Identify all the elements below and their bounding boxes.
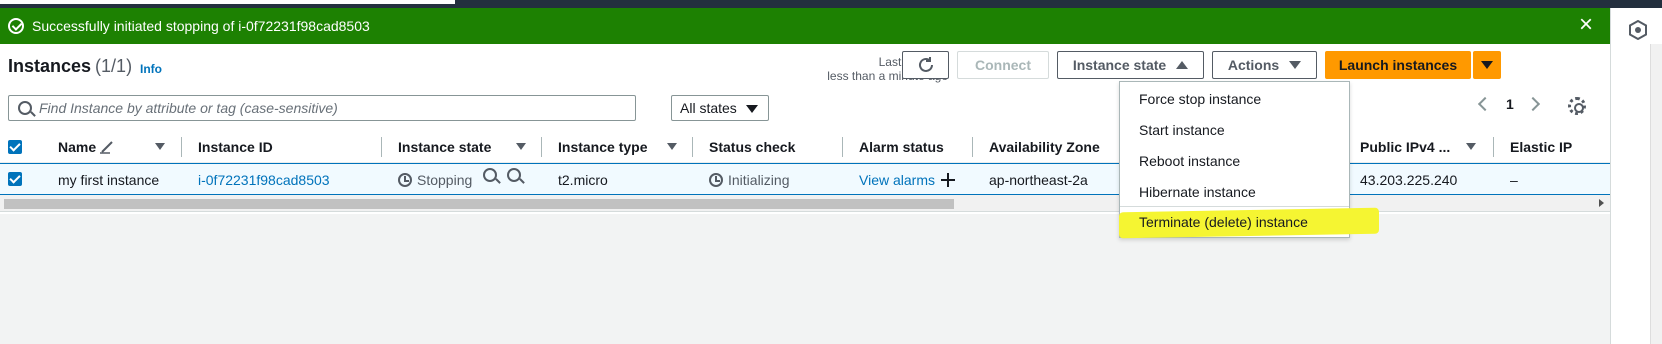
menu-item-hibernate[interactable]: Hibernate instance (1139, 184, 1256, 200)
close-icon[interactable]: × (1576, 13, 1596, 37)
zoom-out-icon[interactable] (507, 168, 521, 182)
column-divider (181, 137, 182, 157)
column-divider (692, 137, 693, 157)
vertical-scrollbar[interactable] (1650, 44, 1662, 344)
caret-down-icon[interactable] (155, 143, 165, 150)
instance-count: (1/1) (95, 56, 133, 76)
caret-up-icon (1176, 61, 1189, 69)
clock-icon (398, 173, 412, 187)
column-divider (381, 137, 382, 157)
menu-item-reboot[interactable]: Reboot instance (1139, 153, 1240, 169)
table-header: Name Instance ID Instance state Instance… (0, 131, 1610, 163)
search-icon (18, 101, 32, 115)
add-alarm-icon[interactable] (941, 173, 955, 187)
instance-state-label: Instance state (1072, 57, 1167, 73)
instance-state-value: Stopping (398, 172, 472, 188)
column-instance-state[interactable]: Instance state (398, 139, 491, 155)
row-checkbox[interactable] (8, 172, 22, 186)
menu-divider (1120, 206, 1349, 207)
scroll-right-icon[interactable] (1599, 199, 1604, 207)
refresh-icon (918, 57, 933, 72)
launch-instances-button[interactable]: Launch instances (1325, 51, 1471, 79)
actions-button[interactable]: Actions (1212, 51, 1317, 79)
column-instance-type[interactable]: Instance type (558, 139, 647, 155)
hexagon-icon[interactable] (1628, 20, 1648, 40)
menu-item-start[interactable]: Start instance (1139, 122, 1225, 138)
search-input[interactable]: Find Instance by attribute or tag (case-… (8, 95, 636, 121)
instance-state-button[interactable]: Instance state (1057, 51, 1204, 79)
launch-dropdown-button[interactable] (1473, 51, 1501, 79)
banner-message: Successfully initiated stopping of i-0f7… (32, 18, 370, 34)
actions-label: Actions (1227, 57, 1280, 73)
states-value: All states (680, 100, 737, 116)
screen: Successfully initiated stopping of i-0f7… (0, 0, 1662, 344)
caret-down-icon (1289, 61, 1302, 69)
column-instance-id[interactable]: Instance ID (198, 139, 273, 155)
page-number[interactable]: 1 (1506, 96, 1514, 112)
caret-down-icon (746, 105, 758, 113)
column-elastic-ip[interactable]: Elastic IP (1510, 139, 1572, 155)
caret-down-icon[interactable] (667, 143, 677, 150)
right-side-strip (1610, 8, 1662, 344)
edit-icon[interactable] (100, 140, 116, 154)
column-divider (842, 137, 843, 157)
browser-tab-strip (0, 0, 455, 4)
success-check-icon (8, 18, 24, 34)
states-select[interactable]: All states (671, 95, 769, 121)
caret-down-icon[interactable] (1466, 143, 1476, 150)
success-banner: Successfully initiated stopping of i-0f7… (0, 8, 1610, 44)
status-check-value: Initializing (709, 172, 789, 188)
column-status-check[interactable]: Status check (709, 139, 795, 155)
gear-icon[interactable] (1568, 97, 1586, 115)
refresh-button[interactable] (902, 51, 949, 79)
availability-zone-value: ap-northeast-2a (989, 172, 1088, 188)
view-alarms-link[interactable]: View alarms (859, 172, 935, 188)
column-public-ipv4[interactable]: Public IPv4 ... (1360, 139, 1450, 155)
select-all-checkbox[interactable] (8, 140, 22, 154)
table-row[interactable]: my first instance i-0f72231f98cad8503 St… (0, 163, 1610, 195)
instance-id-link[interactable]: i-0f72231f98cad8503 (198, 172, 330, 188)
column-name[interactable]: Name (58, 139, 96, 155)
menu-item-force-stop[interactable]: Force stop instance (1139, 91, 1261, 107)
public-ipv4-value: 43.203.225.240 (1360, 172, 1458, 188)
caret-down-icon (1481, 61, 1493, 69)
clock-icon (709, 173, 723, 187)
column-alarm-status[interactable]: Alarm status (859, 139, 944, 155)
instance-name: my first instance (58, 172, 160, 188)
page-title: Instances (1/1) (8, 56, 133, 76)
scrollbar-thumb[interactable] (4, 199, 954, 209)
caret-down-icon[interactable] (516, 143, 526, 150)
column-divider (1493, 137, 1494, 157)
elastic-ip-value: – (1510, 172, 1518, 188)
column-divider (972, 137, 973, 157)
instance-type-value: t2.micro (558, 172, 608, 188)
column-divider (541, 137, 542, 157)
zoom-in-icon[interactable] (483, 168, 497, 182)
search-placeholder: Find Instance by attribute or tag (case-… (39, 100, 338, 116)
info-link[interactable]: Info (140, 62, 162, 76)
connect-button[interactable]: Connect (957, 51, 1049, 79)
menu-item-terminate[interactable]: Terminate (delete) instance (1139, 214, 1308, 230)
browser-top-bar (0, 0, 1662, 8)
column-availability-zone[interactable]: Availability Zone (989, 139, 1100, 155)
